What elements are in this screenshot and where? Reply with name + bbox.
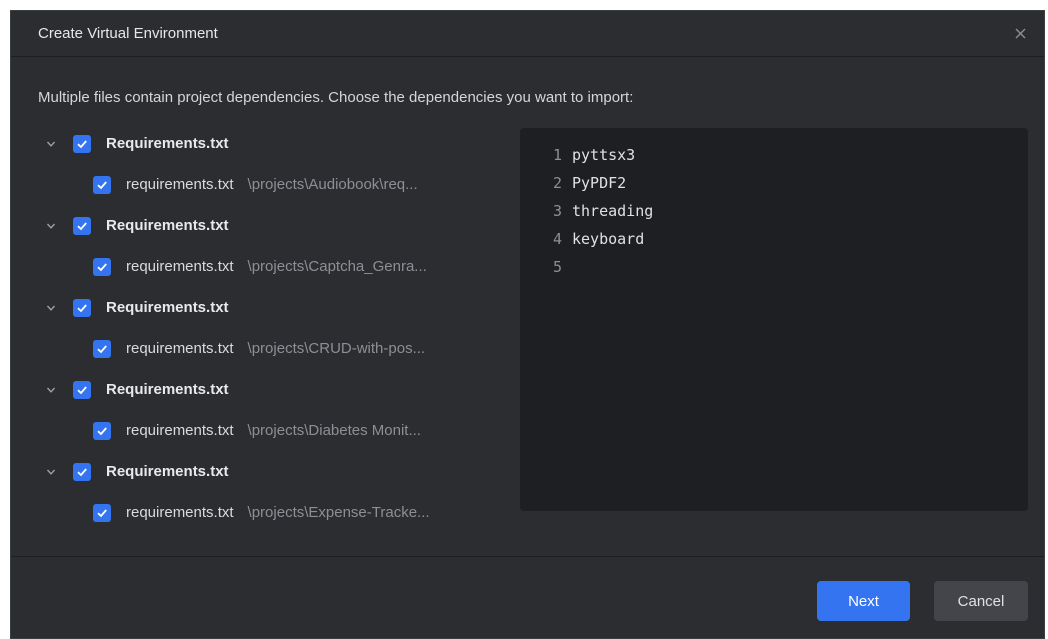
chevron-down-icon[interactable] [43,136,59,152]
tree-file-row[interactable]: requirements.txt \projects\Audiobook\req… [43,164,513,205]
cancel-button[interactable]: Cancel [934,581,1028,621]
checkmark-icon [97,344,107,353]
group-label: Requirements.txt [106,381,229,398]
chevron-down-icon[interactable] [43,464,59,480]
checkmark-icon [77,139,87,148]
code-line: 4 keyboard [520,225,1028,253]
checkmark-icon [77,303,87,312]
file-name: requirements.txt [126,422,234,439]
checkmark-icon [97,262,107,271]
line-number: 3 [552,202,562,220]
dialog-message: Multiple files contain project dependenc… [38,89,634,106]
group-label: Requirements.txt [106,135,229,152]
tree-group-row[interactable]: Requirements.txt [43,123,513,164]
tree-file-row[interactable]: requirements.txt \projects\Expense-Track… [43,492,513,533]
file-checkbox[interactable] [93,503,111,522]
file-path: \projects\Captcha_Genra... [247,258,427,275]
group-checkbox[interactable] [73,462,91,481]
code-line: 1 pyttsx3 [520,141,1028,169]
dialog-titlebar: Create Virtual Environment [11,11,1044,57]
next-button[interactable]: Next [817,581,910,621]
file-path: \projects\CRUD-with-pos... [247,340,426,357]
file-checkbox[interactable] [93,257,111,276]
line-number: 2 [552,174,562,192]
file-path: \projects\Diabetes Monit... [247,422,421,439]
create-venv-dialog: Create Virtual Environment Multiple file… [10,10,1045,639]
tree-group-row[interactable]: Requirements.txt [43,369,513,410]
line-number: 1 [552,146,562,164]
file-path: \projects\Expense-Tracke... [247,504,430,521]
group-checkbox[interactable] [73,216,91,235]
line-number: 4 [552,230,562,248]
line-text: threading [572,202,654,220]
close-icon-glyph [1015,28,1025,39]
dependency-tree: Requirements.txt requirements.txt \proje… [43,123,513,533]
code-line: 5 [520,253,1028,281]
checkmark-icon [97,426,107,435]
chevron-down-icon[interactable] [43,382,59,398]
tree-file-row[interactable]: requirements.txt \projects\Captcha_Genra… [43,246,513,287]
line-text: PyPDF2 [572,174,627,192]
file-checkbox[interactable] [93,339,111,358]
group-checkbox[interactable] [73,298,91,317]
chevron-down-icon[interactable] [43,300,59,316]
checkmark-icon [77,467,87,476]
checkmark-icon [77,385,87,394]
checkmark-icon [97,508,107,517]
close-icon[interactable] [1011,25,1029,43]
code-line: 2 PyPDF2 [520,169,1028,197]
file-name: requirements.txt [126,258,234,275]
group-checkbox[interactable] [73,380,91,399]
file-path: \projects\Audiobook\req... [247,176,418,193]
group-checkbox[interactable] [73,134,91,153]
dialog-title: Create Virtual Environment [38,25,218,42]
line-number: 5 [552,258,562,276]
file-name: requirements.txt [126,176,234,193]
tree-group-row[interactable]: Requirements.txt [43,205,513,246]
checkmark-icon [77,221,87,230]
code-line: 3 threading [520,197,1028,225]
requirements-preview[interactable]: 1 pyttsx3 2 PyPDF2 3 threading 4 keyboar… [520,128,1028,511]
group-label: Requirements.txt [106,217,229,234]
file-name: requirements.txt [126,504,234,521]
line-text: keyboard [572,230,645,248]
tree-group-row[interactable]: Requirements.txt [43,451,513,492]
tree-file-row[interactable]: requirements.txt \projects\Diabetes Moni… [43,410,513,451]
tree-group-row[interactable]: Requirements.txt [43,287,513,328]
group-label: Requirements.txt [106,299,229,316]
file-name: requirements.txt [126,340,234,357]
group-label: Requirements.txt [106,463,229,480]
chevron-down-icon[interactable] [43,218,59,234]
tree-file-row[interactable]: requirements.txt \projects\CRUD-with-pos… [43,328,513,369]
line-text: pyttsx3 [572,146,636,164]
dialog-footer: Next Cancel [11,556,1044,638]
checkmark-icon [97,180,107,189]
file-checkbox[interactable] [93,175,111,194]
file-checkbox[interactable] [93,421,111,440]
